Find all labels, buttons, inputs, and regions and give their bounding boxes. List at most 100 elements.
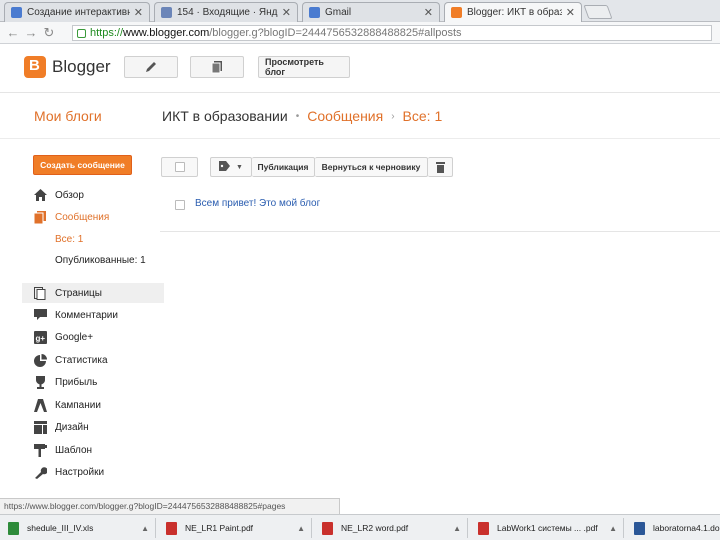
sidebar-item-earnings[interactable]: Прибыль bbox=[22, 372, 164, 392]
sidebar-sub-all[interactable]: Все: 1 bbox=[55, 234, 83, 245]
sidebar-item-label: Комментарии bbox=[55, 309, 118, 321]
blogger-logo-icon[interactable] bbox=[24, 56, 46, 78]
sidebar-item-label: Прибыль bbox=[55, 376, 98, 388]
gmail-icon bbox=[309, 7, 320, 18]
sidebar-item-label: Шаблон bbox=[55, 444, 93, 456]
delete-button[interactable] bbox=[428, 157, 453, 177]
close-icon[interactable]: ✕ bbox=[282, 6, 291, 19]
documents-icon bbox=[211, 61, 222, 74]
create-post-button[interactable]: Создать сообщение bbox=[33, 155, 132, 175]
filter-label: Все: 1 bbox=[402, 108, 443, 124]
chevron-down-icon[interactable]: ▲ bbox=[297, 524, 305, 533]
settings-icon bbox=[33, 465, 47, 479]
forward-icon[interactable]: → bbox=[22, 25, 40, 40]
sidebar-sub-published[interactable]: Опубликованные: 1 bbox=[55, 255, 146, 266]
blogger-wordmark[interactable]: Blogger bbox=[52, 57, 111, 77]
doc-file-icon bbox=[634, 521, 645, 535]
sidebar-item-googleplus[interactable]: g+ Google+ bbox=[22, 327, 164, 347]
earnings-icon bbox=[33, 375, 47, 389]
post-row[interactable]: Всем привет! Это мой блог bbox=[160, 192, 720, 232]
download-item[interactable]: NE_LR1 Paint.pdf ▲ bbox=[160, 518, 312, 538]
tag-icon bbox=[219, 161, 231, 173]
my-blogs-link[interactable]: Мои блоги bbox=[34, 108, 102, 124]
mail-icon bbox=[161, 7, 172, 18]
labels-dropdown-button[interactable]: ▼ bbox=[210, 157, 252, 177]
sidebar-item-campaigns[interactable]: Кампании bbox=[22, 395, 164, 415]
breadcrumb-bar: Мои блоги ИКТ в образовании • Сообщения … bbox=[0, 93, 720, 139]
doc-icon bbox=[11, 7, 22, 18]
checkbox-icon bbox=[174, 162, 185, 172]
sidebar-item-overview[interactable]: Обзор bbox=[22, 185, 164, 205]
browser-tab-1[interactable]: Создание интерактивн... ✕ bbox=[4, 2, 150, 22]
sidebar-item-label: Настройки bbox=[55, 466, 105, 478]
tab-title: Создание интерактивн... bbox=[27, 7, 130, 18]
breadcrumb: ИКТ в образовании • Сообщения › Все: 1 bbox=[162, 108, 442, 124]
blogger-header: Blogger Просмотреть блог bbox=[0, 45, 720, 93]
new-post-button[interactable] bbox=[124, 56, 178, 78]
googleplus-icon: g+ bbox=[33, 330, 47, 344]
sidebar-item-label: Кампании bbox=[55, 399, 101, 411]
chevron-down-icon[interactable]: ▲ bbox=[609, 524, 617, 533]
select-all-checkbox[interactable] bbox=[161, 157, 198, 177]
trash-icon bbox=[435, 161, 445, 173]
url-host: www.blogger.com bbox=[123, 27, 210, 39]
sidebar-item-layout[interactable]: Дизайн bbox=[22, 417, 164, 437]
pdf-file-icon bbox=[322, 521, 333, 535]
pencil-icon bbox=[146, 62, 156, 72]
browser-tab-3[interactable]: Gmail ✕ bbox=[302, 2, 440, 22]
posts-list-button[interactable] bbox=[190, 56, 244, 78]
browser-tab-4[interactable]: Blogger: ИКТ в образовании ✕ bbox=[444, 2, 582, 22]
new-tab-button[interactable] bbox=[583, 5, 613, 19]
pdf-file-icon bbox=[166, 521, 177, 535]
home-icon bbox=[33, 188, 47, 202]
tab-title: 154 · Входящие · Яндекс bbox=[177, 7, 278, 18]
xls-file-icon bbox=[8, 521, 19, 535]
sidebar-item-pages[interactable]: Страницы bbox=[22, 283, 164, 303]
download-filename: laboratorna4.1.doc bbox=[653, 523, 720, 533]
download-filename: LabWork1 системы ... .pdf bbox=[497, 523, 598, 533]
template-icon bbox=[33, 443, 47, 457]
comments-icon bbox=[33, 308, 47, 322]
sidebar-item-label: Обзор bbox=[55, 189, 84, 201]
close-icon[interactable]: ✕ bbox=[134, 6, 143, 19]
sidebar-item-posts[interactable]: Сообщения bbox=[22, 207, 164, 227]
publish-button[interactable]: Публикация bbox=[252, 157, 315, 177]
download-item[interactable]: shedule_III_IV.xls ▲ bbox=[2, 518, 156, 538]
download-item[interactable]: laboratorna4.1.doc bbox=[628, 518, 720, 538]
sidebar-item-label: Сообщения bbox=[55, 211, 110, 223]
reload-icon[interactable]: ↻ bbox=[40, 25, 58, 41]
chevron-down-icon[interactable]: ▲ bbox=[141, 524, 149, 533]
pdf-file-icon bbox=[478, 521, 489, 535]
view-blog-button[interactable]: Просмотреть блог bbox=[258, 56, 350, 78]
sidebar-item-label: Дизайн bbox=[55, 421, 89, 433]
back-icon[interactable]: ← bbox=[4, 25, 22, 40]
post-checkbox[interactable] bbox=[175, 200, 185, 210]
sidebar-item-comments[interactable]: Комментарии bbox=[22, 305, 164, 325]
browser-tab-strip: Создание интерактивн... ✕ 154 · Входящие… bbox=[0, 0, 720, 22]
chevron-down-icon[interactable]: ▲ bbox=[453, 524, 461, 533]
download-filename: shedule_III_IV.xls bbox=[27, 523, 94, 533]
sidebar-item-settings[interactable]: Настройки bbox=[22, 462, 164, 482]
download-item[interactable]: LabWork1 системы ... .pdf ▲ bbox=[472, 518, 624, 538]
status-bar-url: https://www.blogger.com/blogger.g?blogID… bbox=[0, 498, 340, 514]
blogger-icon bbox=[451, 7, 462, 18]
post-title-link[interactable]: Всем привет! Это мой блог bbox=[195, 198, 320, 209]
downloads-bar: shedule_III_IV.xls ▲ NE_LR1 Paint.pdf ▲ … bbox=[0, 514, 720, 540]
browser-tab-2[interactable]: 154 · Входящие · Яндекс ✕ bbox=[154, 2, 298, 22]
chevron-right-icon: › bbox=[391, 110, 395, 122]
close-icon[interactable]: ✕ bbox=[424, 6, 433, 19]
layout-icon bbox=[33, 420, 47, 434]
section-link[interactable]: Сообщения bbox=[307, 108, 383, 124]
sidebar-item-stats[interactable]: Статистика bbox=[22, 350, 164, 370]
stats-icon bbox=[33, 353, 47, 367]
close-icon[interactable]: ✕ bbox=[566, 6, 575, 19]
url-scheme: https:// bbox=[90, 27, 124, 39]
blog-name-dropdown[interactable]: ИКТ в образовании bbox=[162, 108, 288, 124]
sidebar-item-label: Google+ bbox=[55, 331, 94, 343]
download-item[interactable]: NE_LR2 word.pdf ▲ bbox=[316, 518, 468, 538]
campaigns-icon bbox=[33, 398, 47, 412]
sidebar-item-template[interactable]: Шаблон bbox=[22, 440, 164, 460]
posts-icon bbox=[33, 210, 47, 224]
address-bar[interactable]: https:// www.blogger.com /blogger.g?blog… bbox=[72, 25, 712, 41]
revert-to-draft-button[interactable]: Вернуться к черновику bbox=[315, 157, 428, 177]
